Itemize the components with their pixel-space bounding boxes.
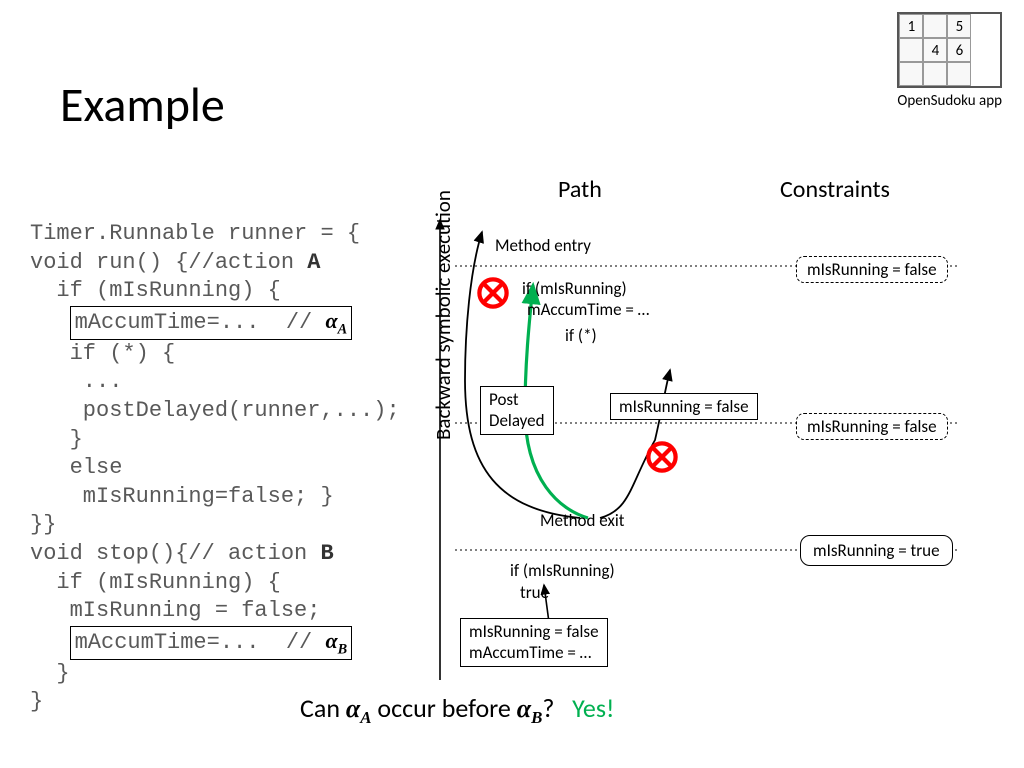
- box-running-false-path: mIsRunning = false: [610, 393, 758, 420]
- no-icon: [645, 440, 679, 474]
- slide-root: Example 1 5 4 6 OpenSudoku app Path Cons…: [0, 0, 1024, 768]
- sudoku-cell: 5: [947, 14, 971, 38]
- no-icon: [476, 276, 510, 310]
- code-block: Timer.Runnable runner = { void run() {//…: [30, 220, 400, 717]
- constraint-box-bottom: mIsRunning = true: [800, 535, 953, 566]
- sudoku-cell: [923, 14, 947, 38]
- sudoku-cell: 1: [899, 14, 923, 38]
- code-line: if (mIsRunning) {: [30, 570, 281, 595]
- code-line: }: [30, 689, 43, 714]
- alpha-a-box: mAccumTime=... // αA: [70, 306, 353, 340]
- answer-yes: Yes!: [572, 692, 614, 724]
- question-line: Can αA occur before αB? Yes!: [300, 692, 614, 728]
- sudoku-caption: OpenSudoku app: [897, 92, 1002, 110]
- code-line: void stop(){// action B: [30, 541, 334, 566]
- sudoku-widget: 1 5 4 6 OpenSudoku app: [897, 12, 1002, 110]
- box-post-delayed: Post Delayed: [480, 386, 554, 435]
- column-header-constraints: Constraints: [780, 175, 890, 204]
- code-line: if (*) {: [30, 341, 175, 366]
- sudoku-cell: [899, 38, 923, 62]
- code-line: }}: [30, 512, 56, 537]
- label-maccum: mAccumTime = …: [527, 299, 649, 320]
- sudoku-icon: 1 5 4 6: [897, 12, 1002, 88]
- code-line: postDelayed(runner,...);: [30, 398, 400, 423]
- code-line: mIsRunning=false; }: [30, 484, 334, 509]
- label-method-entry: Method entry: [495, 235, 591, 256]
- code-line: else: [30, 455, 122, 480]
- code-line: mIsRunning = false;: [30, 598, 320, 623]
- code-line: }: [30, 427, 83, 452]
- slide-title: Example: [60, 75, 225, 134]
- sudoku-cell: [923, 62, 947, 86]
- label-if-running-lower: if (mIsRunning): [510, 560, 615, 581]
- column-header-path: Path: [558, 175, 602, 204]
- label-true: true: [520, 582, 549, 603]
- label-if-star: if (*): [565, 325, 597, 346]
- label-if-running: if (mIsRunning): [522, 278, 627, 299]
- code-line: ...: [30, 369, 122, 394]
- alpha-b-box: mAccumTime=... // αB: [70, 626, 353, 660]
- sudoku-cell: 6: [947, 38, 971, 62]
- code-line: Timer.Runnable runner = {: [30, 221, 360, 246]
- box-bottom-state: mIsRunning = false mAccumTime = …: [460, 618, 608, 667]
- code-line: if (mIsRunning) {: [30, 278, 281, 303]
- label-method-exit: Method exit: [540, 510, 624, 531]
- constraint-box-mid: mIsRunning = false: [796, 413, 948, 440]
- code-line: }: [30, 661, 70, 686]
- code-line: void run() {//action A: [30, 250, 320, 275]
- sudoku-cell: 4: [923, 38, 947, 62]
- constraint-box-top: mIsRunning = false: [796, 256, 948, 283]
- sudoku-cell: [947, 62, 971, 86]
- sudoku-cell: [899, 62, 923, 86]
